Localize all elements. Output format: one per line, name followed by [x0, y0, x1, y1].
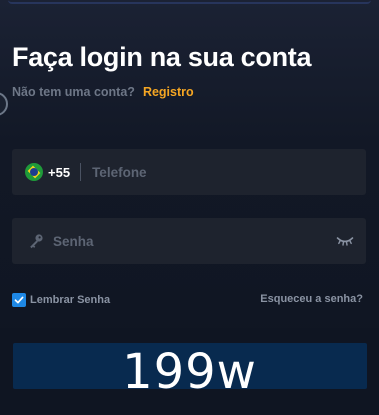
password-input[interactable] — [53, 233, 273, 249]
remember-label: Lembrar Senha — [30, 294, 111, 306]
remember-password[interactable]: Lembrar Senha — [12, 293, 110, 307]
side-circle-icon — [0, 92, 8, 116]
overlay-text: 199w — [122, 344, 257, 400]
phone-field[interactable]: +55 — [12, 149, 366, 195]
remember-checkbox[interactable] — [12, 293, 26, 307]
phone-divider — [80, 163, 82, 181]
brazil-flag-icon[interactable] — [25, 163, 43, 181]
eye-closed-icon[interactable] — [336, 234, 354, 248]
checkmark-icon — [14, 296, 24, 304]
page-title: Faça login na sua conta — [12, 42, 312, 72]
top-edge-divider — [8, 0, 371, 4]
key-icon — [30, 234, 43, 249]
country-code[interactable]: +55 — [48, 165, 70, 180]
no-account-text: Não tem uma conta? — [12, 85, 135, 99]
forgot-password-link[interactable]: Esqueceu a senha? — [260, 293, 363, 305]
register-link[interactable]: Registro — [143, 85, 194, 99]
login-page: Faça login na sua conta Não tem uma cont… — [0, 0, 379, 415]
phone-input[interactable] — [92, 164, 313, 180]
password-field[interactable] — [12, 218, 366, 264]
register-prompt: Não tem uma conta? Registro — [12, 85, 194, 99]
